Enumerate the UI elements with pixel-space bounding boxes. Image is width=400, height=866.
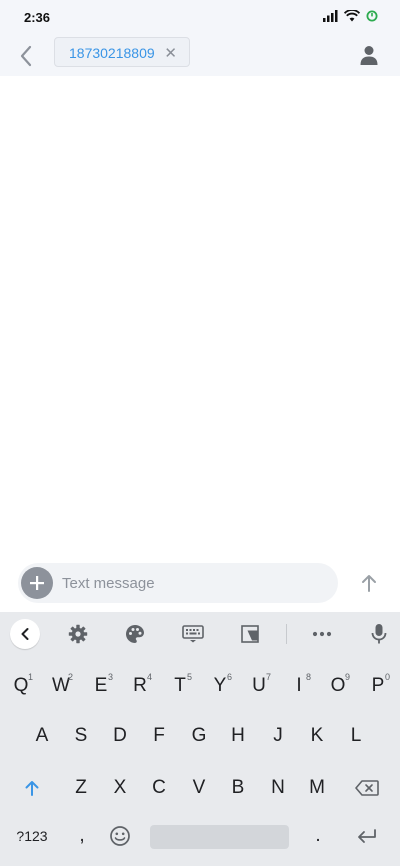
more-horizontal-icon [312, 631, 332, 637]
key-v[interactable]: V [179, 773, 219, 803]
key-g[interactable]: G [179, 721, 219, 751]
key-i[interactable]: I8 [279, 671, 319, 701]
chevron-left-icon [21, 628, 29, 640]
key-n[interactable]: N [258, 773, 298, 803]
resize-icon [241, 625, 259, 643]
chevron-left-icon [20, 45, 32, 67]
space-key[interactable] [150, 825, 289, 849]
key-q[interactable]: Q1 [1, 671, 41, 701]
keyboard-toolbar [0, 612, 400, 656]
key-hint: 5 [186, 672, 192, 682]
voice-input-button[interactable] [364, 619, 394, 649]
key-p[interactable]: P0 [358, 671, 398, 701]
enter-icon [358, 829, 376, 843]
period-key[interactable]: . [298, 821, 338, 851]
floating-keyboard-button[interactable] [235, 619, 265, 649]
key-hint: 8 [305, 672, 311, 682]
conversation-area [0, 76, 400, 556]
key-hint: 2 [67, 672, 73, 682]
comma-key[interactable]: , [62, 821, 102, 851]
enter-key[interactable] [347, 821, 387, 851]
key-y[interactable]: Y6 [200, 671, 240, 701]
plus-icon [30, 576, 44, 590]
key-label: O [330, 675, 346, 696]
theme-button[interactable] [120, 619, 150, 649]
shift-key[interactable] [12, 773, 52, 803]
key-hint: 3 [107, 672, 113, 682]
key-d[interactable]: D [100, 721, 140, 751]
collapse-toolbar-button[interactable] [10, 619, 40, 649]
signal-icon [323, 9, 338, 27]
keyboard-icon [182, 625, 204, 643]
key-l[interactable]: L [336, 721, 376, 751]
keyboard-mode-button[interactable] [178, 619, 208, 649]
key-label: P [371, 675, 385, 696]
key-u[interactable]: U7 [239, 671, 279, 701]
attach-button[interactable] [21, 567, 53, 599]
recipient-number: 18730218809 [69, 45, 155, 61]
wifi-icon [343, 9, 361, 27]
key-b[interactable]: B [218, 773, 258, 803]
remove-recipient-button[interactable]: ✕ [164, 44, 177, 62]
status-icons [323, 9, 378, 27]
more-options-button[interactable] [307, 619, 337, 649]
battery-icon [366, 9, 378, 27]
key-hint: 9 [344, 672, 350, 682]
key-label: R [133, 675, 147, 696]
key-f[interactable]: F [139, 721, 179, 751]
back-button[interactable] [12, 40, 40, 72]
send-button[interactable] [354, 568, 384, 598]
key-s[interactable]: S [61, 721, 101, 751]
key-j[interactable]: J [258, 721, 298, 751]
key-hint: 1 [27, 672, 33, 682]
key-label: I [296, 675, 302, 696]
emoji-key[interactable] [100, 821, 140, 851]
key-label: Q [13, 675, 29, 696]
recipient-chip[interactable]: 18730218809 ✕ [54, 37, 190, 67]
person-icon [360, 46, 378, 65]
contact-button[interactable] [354, 40, 384, 70]
key-hint: 6 [226, 672, 232, 682]
backspace-key[interactable] [347, 773, 387, 803]
key-label: E [94, 675, 108, 696]
status-bar: 2:36 [0, 0, 400, 36]
status-time: 2:36 [24, 10, 51, 25]
shift-arrow-up-icon [25, 781, 39, 796]
key-label: T [174, 675, 186, 696]
toolbar-divider [286, 624, 287, 644]
key-hint: 7 [265, 672, 271, 682]
key-a[interactable]: A [22, 721, 62, 751]
palette-icon [126, 625, 144, 643]
backspace-icon [355, 780, 379, 796]
key-z[interactable]: Z [61, 773, 101, 803]
key-h[interactable]: H [218, 721, 258, 751]
key-label: Y [213, 675, 227, 696]
key-c[interactable]: C [139, 773, 179, 803]
smiley-icon [110, 826, 130, 846]
conversation-header: 18730218809 ✕ [0, 36, 400, 76]
key-r[interactable]: R4 [120, 671, 160, 701]
microphone-icon [371, 624, 387, 644]
key-m[interactable]: M [297, 773, 337, 803]
keyboard: Q1 W2 E3 R4 T5 Y6 U7 I8 O9 P0 A S D F G … [0, 612, 400, 866]
symbols-key[interactable]: ?123 [8, 821, 56, 851]
compose-bar [18, 563, 338, 603]
key-k[interactable]: K [297, 721, 337, 751]
key-hint: 0 [384, 672, 390, 682]
message-input[interactable] [62, 563, 332, 603]
settings-button[interactable] [63, 619, 93, 649]
key-o[interactable]: O9 [318, 671, 358, 701]
key-x[interactable]: X [100, 773, 140, 803]
key-label: U [252, 675, 266, 696]
arrow-up-icon [362, 575, 376, 592]
key-t[interactable]: T5 [160, 671, 200, 701]
key-hint: 4 [146, 672, 152, 682]
gear-icon [68, 624, 88, 644]
key-w[interactable]: W2 [41, 671, 81, 701]
key-e[interactable]: E3 [81, 671, 121, 701]
